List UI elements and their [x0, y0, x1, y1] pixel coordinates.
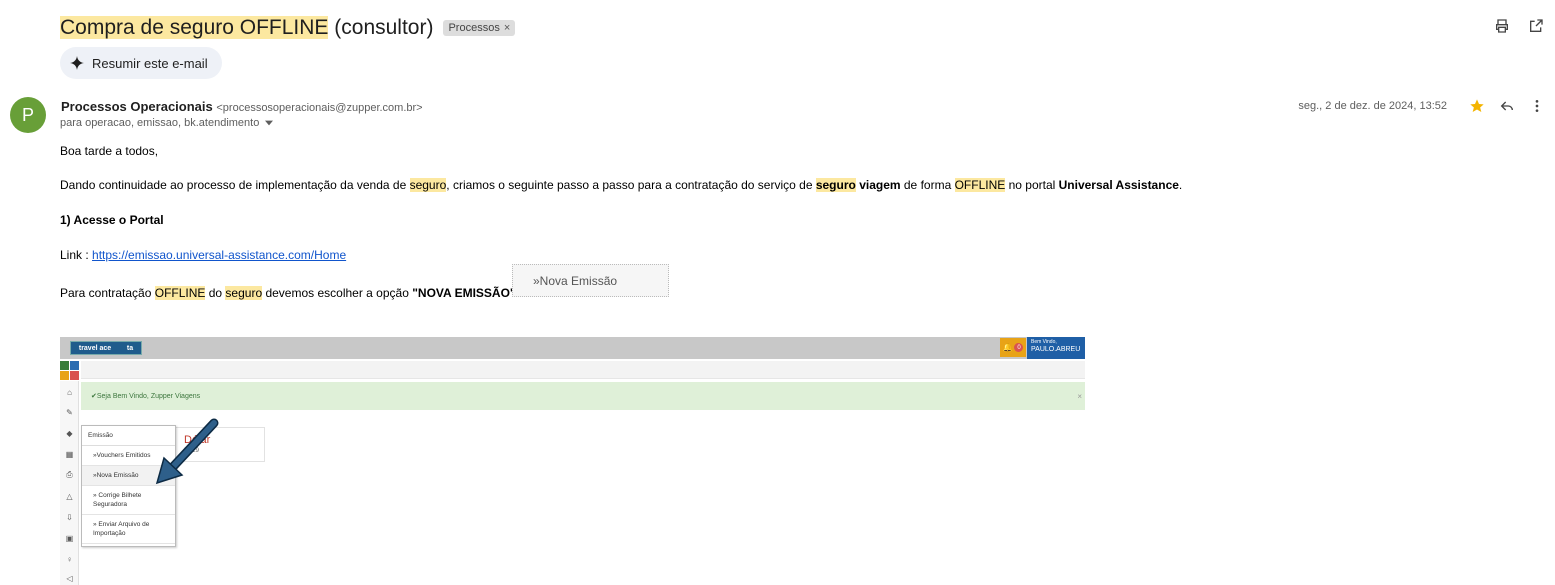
currency-card: Dólar 5,529 [171, 427, 265, 462]
download-icon: ⇩ [66, 512, 73, 522]
edit-icon: ✎ [66, 407, 73, 417]
p2-a: Para contratação [60, 286, 155, 300]
portal-sub-bar [81, 361, 1085, 379]
report-icon: ▦ [65, 449, 74, 459]
more-vert-icon[interactable] [1529, 98, 1545, 114]
printer-icon [1496, 19, 1508, 33]
logo-text-a: travel ace [78, 344, 112, 352]
avatar[interactable]: P [10, 97, 46, 133]
portal-sidebar: ⌂ ✎ ◆ ▦ ⎙ △ ⇩ ▣ ♀ ◁ [60, 381, 79, 585]
link-prefix: Link : [60, 248, 93, 262]
portal-logo: travel ace ta [70, 341, 142, 355]
home-icon: ⌂ [67, 387, 72, 397]
p2-c: devemos escolher a opção [262, 286, 413, 300]
portal-welcome-banner: ✔Seja Bem Vindo, Zupper Viagens × [81, 382, 1085, 410]
p2-nova-emissao: "NOVA EMISSÃO" [412, 286, 516, 300]
embedded-portal-screenshot: travel ace ta 🔔 0 Bem Vindo, PAULO.ABREU… [60, 337, 1085, 585]
paragraph-option: Para contratação OFFLINE do seguro devem… [60, 286, 516, 300]
menu-item-nova-emissao: »Nova Emissão [82, 466, 175, 486]
open-in-new-icon [1530, 19, 1543, 32]
link-line: Link : https://emissao.universal-assista… [60, 248, 346, 262]
sparkle-icon [70, 56, 84, 70]
p1-d: de forma [900, 178, 955, 192]
step-1-text: 1) Acesse o Portal [60, 213, 164, 227]
lightbulb-icon: ♀ [66, 554, 73, 564]
user-name: PAULO.ABREU [1031, 346, 1081, 353]
portal-top-bar [60, 337, 1085, 359]
sender-line: Processos Operacionais <processosoperaci… [61, 99, 423, 114]
paragraph-intro: Dando continuidade ao processo de implem… [60, 178, 1182, 192]
p2-highlight-offline: OFFLINE [154, 286, 206, 300]
label-chip-processos[interactable]: Processos × [443, 19, 516, 36]
menu-item-corrige-bilhete: » Corrige Bilhete Seguradora [82, 486, 175, 515]
p2-b: do [205, 286, 226, 300]
label-chip-text: Processos [448, 21, 500, 34]
email-subject: Compra de seguro OFFLINE (consultor) [60, 14, 433, 41]
remove-label-icon[interactable]: × [504, 22, 510, 34]
p2-highlight-seguro: seguro [225, 286, 263, 300]
user-greeting: Bem Vindo, [1031, 339, 1057, 345]
collapse-icon: ◁ [66, 573, 73, 583]
welcome-text: ✔Seja Bem Vindo, Zupper Viagens [91, 393, 201, 400]
p1-highlight-seguro-2: seguro [815, 178, 856, 192]
recipients-text: para operacao, emissao, bk.atendimento [60, 117, 260, 129]
p1-e: no portal [1005, 178, 1059, 192]
open-new-window-button[interactable] [1527, 17, 1545, 35]
subject-rest: (consultor) [328, 16, 434, 39]
message-meta: seg., 2 de dez. de 2024, 13:52 [1298, 98, 1545, 114]
menu-item-vouchers: »Vouchers Emitidos [82, 446, 175, 466]
menu-header: Emissão [82, 426, 175, 446]
logo-text-b: ta [126, 344, 134, 352]
p1-highlight-offline: OFFLINE [954, 178, 1006, 192]
welcome-close-icon: × [1077, 391, 1082, 401]
portal-emissao-menu: Emissão »Vouchers Emitidos »Nova Emissão… [81, 425, 176, 547]
summarize-email-button[interactable]: Resumir este e-mail [60, 47, 222, 79]
summarize-label: Resumir este e-mail [92, 55, 208, 71]
nova-emissao-inline-image: »Nova Emissão [512, 264, 669, 297]
p1-highlight-seguro-1: seguro [409, 178, 447, 192]
p1-g: . [1178, 178, 1183, 192]
print-icon: ⎙ [66, 470, 73, 479]
apps-grid-icon [60, 361, 79, 380]
print-button[interactable] [1493, 17, 1511, 35]
bell-outline-icon: △ [66, 491, 73, 501]
tags-icon: ◆ [66, 428, 73, 438]
subject-highlight: Compra de seguro OFFLINE [60, 16, 329, 39]
sender-name[interactable]: Processos Operacionais [61, 99, 213, 114]
recipients-line[interactable]: para operacao, emissao, bk.atendimento [60, 117, 274, 129]
portal-notifications: 🔔 0 [1000, 338, 1026, 357]
p1-viagem: viagem [859, 178, 901, 192]
portal-link[interactable]: https://emissao.universal-assistance.com… [92, 248, 346, 262]
sender-email: <processosoperacionais@zupper.com.br> [216, 102, 423, 114]
subject-row: Compra de seguro OFFLINE (consultor) Pro… [60, 14, 516, 41]
thread-actions [1493, 17, 1545, 35]
p1-a: Dando continuidade ao processo de implem… [60, 178, 410, 192]
portal-user-menu: Bem Vindo, PAULO.ABREU [1027, 337, 1085, 359]
money-icon: ▣ [65, 533, 74, 543]
step-1-heading: 1) Acesse o Portal [60, 213, 164, 227]
p1-b: , criamos o seguinte passo a passo para … [446, 178, 816, 192]
notification-count: 0 [1014, 343, 1024, 352]
menu-item-enviar-arquivo: » Enviar Arquivo de Importação [82, 515, 175, 544]
currency-value: 5,529 [184, 448, 200, 454]
p1-universal: Universal Assistance [1058, 178, 1179, 192]
currency-title: Dólar [184, 434, 211, 446]
message-date: seg., 2 de dez. de 2024, 13:52 [1298, 100, 1447, 112]
greeting: Boa tarde a todos, [60, 144, 159, 158]
reply-icon[interactable] [1499, 98, 1515, 114]
chevron-down-icon[interactable] [265, 120, 274, 126]
star-icon[interactable] [1469, 98, 1485, 114]
bell-icon: 🔔 [1002, 343, 1013, 352]
